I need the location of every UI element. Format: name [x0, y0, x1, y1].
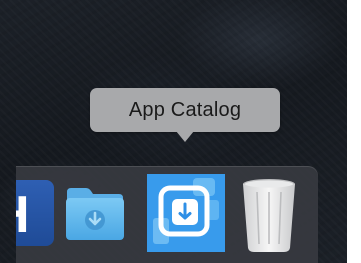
letter-h-app-icon: H	[16, 180, 54, 246]
tooltip-arrow	[176, 131, 194, 142]
dock-item-trash[interactable]	[238, 176, 300, 256]
tooltip-label: App Catalog	[128, 98, 242, 121]
trash-icon	[243, 179, 295, 252]
app-glyph: H	[16, 186, 30, 244]
desktop-background: App Catalog H	[0, 0, 347, 263]
screen-margin	[347, 0, 361, 263]
dock: H	[16, 166, 318, 263]
downloads-folder-icon	[66, 188, 124, 240]
dock-item-partial-app[interactable]: H	[16, 180, 54, 246]
dock-tooltip: App Catalog	[90, 88, 280, 132]
dock-item-app-catalog[interactable]	[147, 174, 225, 252]
dock-item-downloads[interactable]	[64, 184, 126, 242]
app-catalog-icon	[147, 174, 225, 252]
